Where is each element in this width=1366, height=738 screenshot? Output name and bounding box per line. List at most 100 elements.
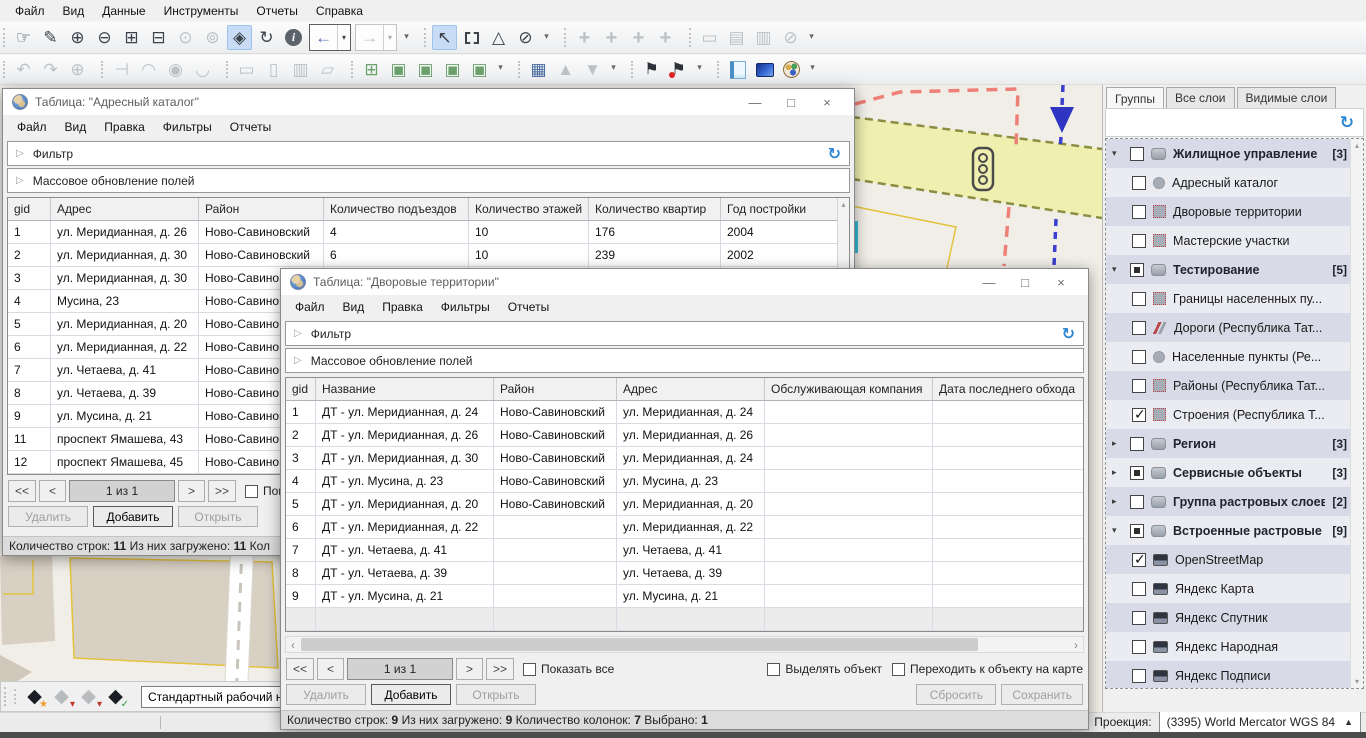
table-row[interactable]: 6ДТ - ул. Меридианная, д. 22ул. Меридиан… <box>286 516 1083 539</box>
table-cell[interactable]: 4 <box>286 470 316 492</box>
layer-row[interactable]: Яндекс Подписи <box>1106 661 1363 689</box>
table-cell[interactable]: 2002 <box>721 244 839 266</box>
table-cell[interactable] <box>765 539 933 561</box>
intersect-objects-icon[interactable]: ▣ <box>386 57 411 82</box>
column-header[interactable]: Название <box>316 378 494 400</box>
projection-combobox[interactable]: (3395) World Mercator WGS 84 ▲ <box>1159 710 1361 732</box>
main-menu-item[interactable]: Файл <box>6 2 54 20</box>
table-row[interactable]: 1ДТ - ул. Меридианная, д. 24Ново-Савинов… <box>286 401 1083 424</box>
mass-update-panel[interactable]: ▷ Массовое обновление полей <box>7 168 850 193</box>
style-palette-icon[interactable] <box>779 57 804 82</box>
layer-checkbox[interactable] <box>1132 176 1146 190</box>
layer-checkbox[interactable] <box>1132 205 1146 219</box>
tree-expander-icon[interactable]: ▾ <box>1112 148 1123 159</box>
filter-panel[interactable]: ▷ Фильтр ↻ <box>7 141 850 166</box>
table-cell[interactable]: 4 <box>8 290 51 312</box>
main-menu-item[interactable]: Данные <box>93 2 154 20</box>
add-button[interactable]: Добавить <box>371 684 451 705</box>
window-menu-item[interactable]: Файл <box>8 117 56 137</box>
tree-expander-icon[interactable]: ▾ <box>1112 525 1123 536</box>
union-objects-icon[interactable]: ▣ <box>413 57 438 82</box>
table-cell[interactable]: Ново-Савиновский <box>199 221 324 243</box>
offset-boundary-icon[interactable]: ⊣ <box>109 57 134 82</box>
table-cell[interactable]: проспект Ямашева, 45 <box>51 451 199 473</box>
table-cell[interactable] <box>494 562 617 584</box>
layer-group-row[interactable]: ▸Группа растровых слоев[2] <box>1106 487 1363 516</box>
layer-row[interactable]: Границы населенных пу... <box>1106 284 1363 313</box>
layer-checkbox[interactable] <box>1132 553 1146 567</box>
scroll-left-icon[interactable]: ‹ <box>286 637 300 652</box>
table-cell[interactable]: 239 <box>589 244 721 266</box>
layer-group-row[interactable]: ▾Встроенные растровые сл...[9] <box>1106 516 1363 545</box>
table-row[interactable]: 8ДТ - ул. Четаева, д. 39ул. Четаева, д. … <box>286 562 1083 585</box>
table-cell[interactable]: 2 <box>286 424 316 446</box>
route-start-flag-icon[interactable]: ⚑ <box>639 57 664 82</box>
filter-panel[interactable]: ▷ Фильтр ↻ <box>285 321 1084 346</box>
pager-last-button[interactable]: >> <box>486 658 514 680</box>
tree-expander-icon[interactable]: ▸ <box>1112 438 1123 449</box>
table-cell[interactable] <box>765 424 933 446</box>
mass-update-panel[interactable]: ▷ Массовое обновление полей <box>285 348 1084 373</box>
workspace-load-icon[interactable]: ◆▾ <box>76 684 101 709</box>
table-cell[interactable]: Ново-Савиновский <box>494 401 617 423</box>
attribute-table-icon[interactable]: ▦ <box>526 57 551 82</box>
scroll-down-icon[interactable]: ▾ <box>1355 677 1359 686</box>
layer-row[interactable]: Дороги (Республика Тат... <box>1106 313 1363 342</box>
window-menu-item[interactable]: Фильтры <box>154 117 221 137</box>
remove-arc-point-icon[interactable]: ◡ <box>190 57 215 82</box>
zoom-out-icon[interactable]: ⊖ <box>92 25 117 50</box>
table-cell[interactable]: ДТ - ул. Четаева, д. 39 <box>316 562 494 584</box>
nav-forward-icon-dropdown[interactable]: ▾ <box>383 25 396 50</box>
window-menu-item[interactable]: Правка <box>95 117 154 137</box>
table-cell[interactable]: 1 <box>286 401 316 423</box>
tree-expander-icon[interactable]: ▾ <box>1112 264 1123 275</box>
info-icon[interactable]: i <box>281 25 306 50</box>
add-polygon-icon[interactable]: + <box>626 25 651 50</box>
scroll-up-icon[interactable]: ▴ <box>1355 141 1359 150</box>
tab-layers[interactable]: Все слои <box>1166 87 1235 108</box>
layer-row[interactable]: Яндекс Карта <box>1106 574 1363 603</box>
close-button[interactable]: × <box>809 95 845 110</box>
minimize-button[interactable]: — <box>971 275 1007 290</box>
open-button[interactable]: Открыть <box>178 506 258 527</box>
scroll-right-icon[interactable]: › <box>1069 637 1083 652</box>
table-cell[interactable] <box>494 585 617 607</box>
layer-checkbox[interactable] <box>1130 495 1144 509</box>
table-cell[interactable]: проспект Ямашева, 43 <box>51 428 199 450</box>
column-header[interactable]: Обслуживающая компания <box>765 378 933 400</box>
delete-button[interactable]: Удалить <box>8 506 88 527</box>
notes-icon[interactable] <box>725 57 750 82</box>
table-cell[interactable] <box>933 447 1084 469</box>
table-cell[interactable]: Ново-Савиновский <box>199 244 324 266</box>
table-cell[interactable]: ул. Четаева, д. 39 <box>51 382 199 404</box>
titlebar[interactable]: Таблица: "Адресный каталог" — □ × <box>3 89 854 115</box>
pager-next-button[interactable]: > <box>178 480 205 502</box>
move-up-icon[interactable]: ▲ <box>553 57 578 82</box>
table-row[interactable]: 7ДТ - ул. Четаева, д. 41ул. Четаева, д. … <box>286 539 1083 562</box>
layer-checkbox[interactable] <box>1132 640 1146 654</box>
create-object-icon[interactable]: ⊞ <box>359 57 384 82</box>
layer-checkbox[interactable] <box>1130 147 1144 161</box>
goto-object-checkbox[interactable] <box>892 663 905 676</box>
table-cell[interactable]: ул. Меридианная, д. 30 <box>51 267 199 289</box>
window-menu-item[interactable]: Правка <box>373 297 432 317</box>
zoom-selection-icon[interactable]: ⊙ <box>173 25 198 50</box>
table-cell[interactable]: 6 <box>8 336 51 358</box>
table-cell[interactable]: 176 <box>589 221 721 243</box>
split-object-icon[interactable]: ▯ <box>261 57 286 82</box>
window-menu-item[interactable]: Вид <box>56 117 96 137</box>
layers-visibility-icon[interactable]: ◈ <box>227 25 252 50</box>
tree-scrollbar[interactable]: ▴▾ <box>1350 139 1363 688</box>
table-cell[interactable] <box>765 562 933 584</box>
layer-checkbox[interactable] <box>1130 524 1144 538</box>
table-cell[interactable]: ул. Четаева, д. 39 <box>617 562 765 584</box>
zoom-in-icon[interactable]: ⊕ <box>65 25 90 50</box>
pager-first-button[interactable]: << <box>286 658 314 680</box>
layer-row[interactable]: OpenStreetMap <box>1106 545 1363 574</box>
table-cell[interactable] <box>494 539 617 561</box>
maximize-button[interactable]: □ <box>1007 275 1043 290</box>
column-header[interactable]: Количество квартир <box>589 198 721 220</box>
media-viewer-icon[interactable] <box>752 57 777 82</box>
layer-checkbox[interactable] <box>1132 582 1146 596</box>
column-header[interactable]: Район <box>494 378 617 400</box>
